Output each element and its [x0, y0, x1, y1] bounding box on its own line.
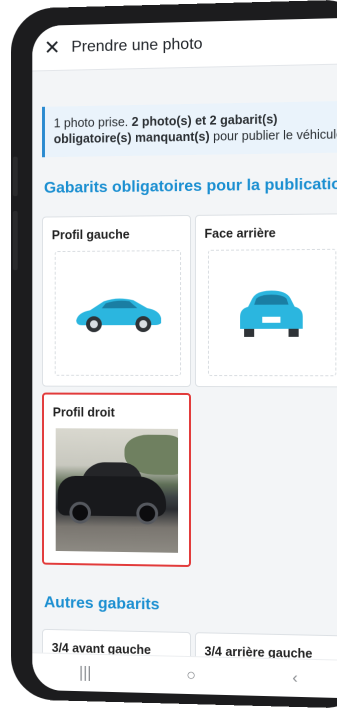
page-title: Prendre une photo: [71, 35, 203, 56]
template-card-profil-gauche[interactable]: Profil gauche: [42, 214, 191, 388]
template-placeholder: [207, 248, 337, 377]
app-bar: ✕ Prendre une photo: [32, 17, 337, 72]
card-title: Face arrière: [204, 226, 276, 241]
captured-photo[interactable]: [55, 428, 179, 553]
volume-button: [12, 156, 18, 197]
recent-apps-icon[interactable]: |||: [79, 664, 91, 682]
close-icon[interactable]: ✕: [44, 35, 67, 60]
system-nav-bar: ||| ○ ‹: [32, 652, 337, 699]
mandatory-grid-row2: Profil droit: [42, 392, 337, 570]
back-icon[interactable]: ‹: [292, 669, 297, 687]
info-tail: pour publier le véhicule.: [209, 127, 337, 144]
home-icon[interactable]: ○: [186, 666, 196, 684]
screen: ✕ Prendre une photo 1 photo prise. 2 pho…: [32, 17, 337, 699]
card-title: Profil droit: [52, 405, 115, 420]
template-card-face-arriere[interactable]: Face arrière: [194, 213, 337, 388]
mandatory-section-title: Gabarits obligatoires pour la publicatio…: [43, 175, 337, 197]
info-banner: 1 photo prise. 2 photo(s) et 2 gabarit(s…: [42, 100, 337, 158]
other-section-title: Autres gabarits: [43, 594, 160, 614]
info-lead: 1 photo prise.: [53, 115, 132, 131]
template-placeholder: [54, 250, 181, 376]
phone-frame: ✕ Prendre une photo 1 photo prise. 2 pho…: [10, 0, 337, 709]
car-rear-icon: [240, 290, 303, 337]
template-card-profil-droit[interactable]: Profil droit: [42, 392, 191, 568]
car-side-icon: [76, 298, 161, 333]
power-button: [12, 210, 18, 271]
mandatory-grid: Profil gauche Face arrière: [42, 213, 337, 388]
card-title: Profil gauche: [51, 227, 130, 243]
